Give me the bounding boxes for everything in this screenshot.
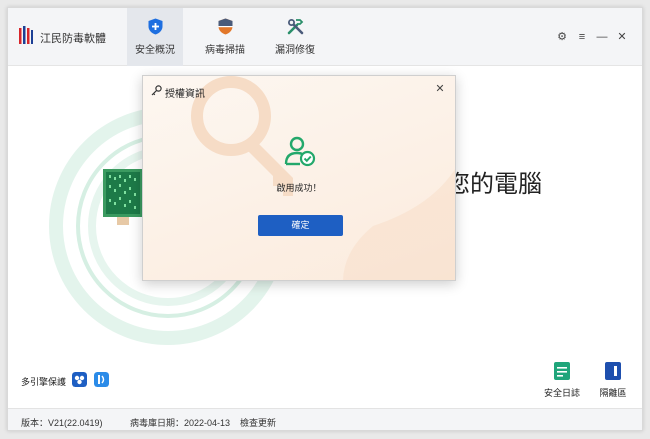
quarantine-button[interactable]: 隔離區 xyxy=(593,362,633,399)
user-check-icon xyxy=(284,136,316,167)
settings-icon[interactable]: ⚙ xyxy=(555,30,569,44)
title-bar: 江民防毒軟體 安全概況 病毒掃描 漏洞修復 ⚙ ≡ — ✕ xyxy=(8,8,642,66)
app-window: 江民防毒軟體 安全概況 病毒掃描 漏洞修復 ⚙ ≡ — ✕ 您的電腦 多引擎保護… xyxy=(7,7,643,431)
monitor-graphic xyxy=(103,169,143,225)
quarantine-icon xyxy=(605,362,621,380)
dialog-title: 授權資訊 xyxy=(165,89,205,100)
security-log-button[interactable]: 安全日誌 xyxy=(542,362,582,399)
multi-engine-label: 多引擎保護 xyxy=(21,377,67,387)
status-bar: 版本：V21(22.0419) 病毒庫日期：2022-04-13 檢查更新 xyxy=(8,408,642,430)
dialog-close-icon[interactable]: ✕ xyxy=(433,82,447,96)
repair-tools-icon xyxy=(287,19,304,35)
tool-label: 隔離區 xyxy=(599,388,627,398)
close-icon[interactable]: ✕ xyxy=(615,30,629,44)
tab-label: 病毒掃描 xyxy=(205,45,245,56)
engine-cloud-icon[interactable] xyxy=(72,372,87,387)
tab-vulnerability-repair[interactable]: 漏洞修復 xyxy=(267,8,323,66)
virus-db-date: 病毒庫日期：2022-04-13 xyxy=(130,418,231,428)
tab-virus-scan[interactable]: 病毒掃描 xyxy=(197,8,253,66)
shield-plus-icon xyxy=(148,18,163,35)
hero-text: 您的電腦 xyxy=(446,171,542,198)
app-logo-icon xyxy=(19,26,33,44)
license-info-dialog: 授權資訊 ✕ 啟用成功！ 確定 xyxy=(142,75,456,281)
tool-label: 安全日誌 xyxy=(543,388,580,398)
check-update-link[interactable]: 檢查更新 xyxy=(240,416,276,429)
tab-security-overview[interactable]: 安全概況 xyxy=(127,8,183,66)
security-log-icon xyxy=(554,362,570,380)
engine-ai-icon[interactable] xyxy=(94,372,109,387)
version-text: 版本：V21(22.0419) xyxy=(21,418,103,428)
key-icon xyxy=(151,85,162,96)
menu-icon[interactable]: ≡ xyxy=(575,30,589,44)
scan-shield-icon xyxy=(218,18,233,35)
app-title: 江民防毒軟體 xyxy=(40,33,106,45)
confirm-button[interactable]: 確定 xyxy=(258,215,343,236)
tab-label: 安全概況 xyxy=(135,45,175,56)
activation-message: 啟用成功！ xyxy=(276,183,322,193)
dialog-background-graphic xyxy=(191,76,455,280)
tab-label: 漏洞修復 xyxy=(275,45,315,56)
minimize-icon[interactable]: — xyxy=(595,30,609,44)
